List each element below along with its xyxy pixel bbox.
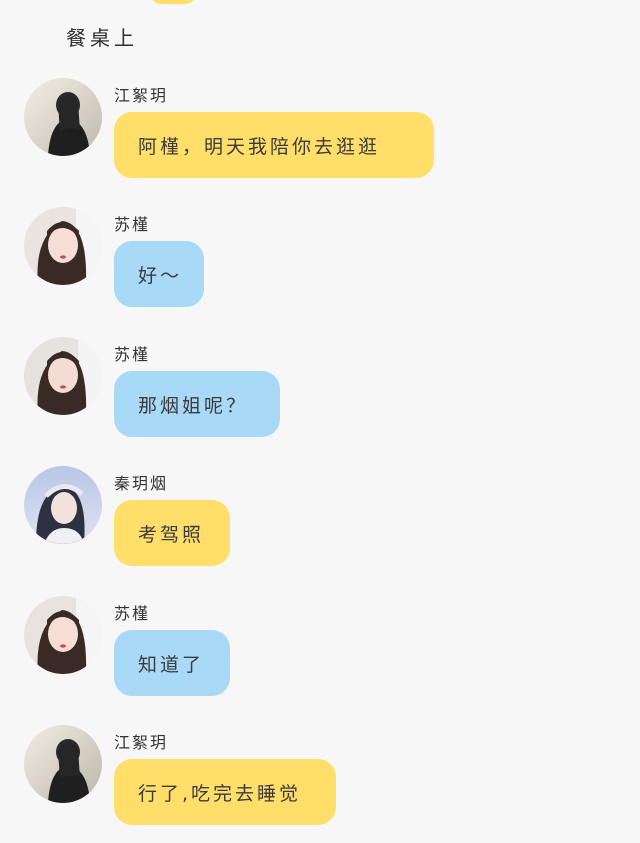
chat-message: 江絮玥 行了,吃完去睡觉 [24,725,616,843]
sender-name: 江絮玥 [114,86,169,105]
sender-name: 苏槿 [114,215,151,234]
su-jin-avatar[interactable] [24,596,102,674]
chat-message: 苏槿 好～ [24,207,616,325]
jiang-xuyue-avatar[interactable] [24,725,102,803]
message-bubble[interactable]: 知道了 [114,630,230,696]
jiang-xuyue-avatar[interactable] [24,78,102,156]
chat-message: 苏槿 知道了 [24,596,616,714]
sender-name: 江絮玥 [114,733,169,752]
su-jin-avatar[interactable] [24,207,102,285]
message-bubble[interactable]: 好～ [114,241,204,307]
sender-name: 苏槿 [114,604,151,623]
scene-title: 餐桌上 [66,26,138,50]
qin-yueyan-avatar[interactable] [24,466,102,544]
chat-message: 苏槿 那烟姐呢？ [24,337,616,455]
message-bubble[interactable]: 阿槿，明天我陪你去逛逛 [114,112,434,178]
chat-message: 江絮玥 阿槿，明天我陪你去逛逛 [24,78,616,196]
message-bubble[interactable]: 考驾照 [114,500,230,566]
su-jin-avatar[interactable] [24,337,102,415]
sender-name: 苏槿 [114,345,151,364]
previous-message-bubble-edge [150,0,196,4]
message-bubble[interactable]: 那烟姐呢？ [114,371,280,437]
chat-message: 秦玥烟 考驾照 [24,466,616,584]
message-bubble[interactable]: 行了,吃完去睡觉 [114,759,336,825]
sender-name: 秦玥烟 [114,474,169,493]
